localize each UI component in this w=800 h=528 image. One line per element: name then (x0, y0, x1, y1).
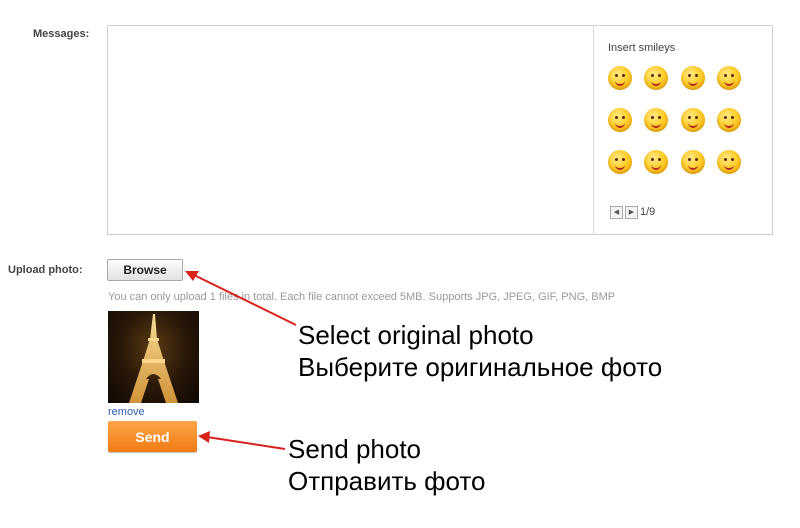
send-button[interactable]: Send (108, 421, 197, 452)
smiley-tongue-icon[interactable] (608, 108, 632, 132)
pager-next-icon[interactable]: ▶ (625, 206, 638, 219)
smiley-pager: 1/9 (640, 206, 656, 218)
arrow-head-icon (185, 271, 199, 281)
smiley-shy-icon[interactable] (681, 150, 705, 174)
annotation-send-ru: Отправить фото (288, 466, 486, 496)
smiley-smile-icon[interactable] (608, 66, 632, 90)
smiley-panel-title: Insert smileys (608, 42, 676, 54)
smiley-laugh-icon[interactable] (681, 108, 705, 132)
annotation-select-ru: Выберите оригинальное фото (298, 352, 663, 382)
smiley-hug-icon[interactable] (608, 150, 632, 174)
photo-thumbnail (108, 311, 199, 403)
annotation-select-en: Select original photo (298, 320, 534, 350)
smiley-happy-icon[interactable] (717, 150, 741, 174)
remove-photo-link[interactable]: remove (108, 406, 145, 418)
smiley-giggle-icon[interactable] (717, 108, 741, 132)
arrow-head-icon (198, 431, 210, 443)
messages-label: Messages: (33, 28, 90, 40)
pager-prev-icon[interactable]: ◀ (610, 206, 623, 219)
message-box: Insert smileys ◀ ▶ 1/9 (107, 25, 773, 235)
browse-button[interactable]: Browse (107, 259, 183, 281)
annotation-send-en: Send photo (288, 434, 422, 464)
upload-photo-label: Upload photo: (8, 264, 83, 276)
eiffel-tower-image (129, 314, 178, 403)
smiley-wink-icon[interactable] (644, 66, 668, 90)
upload-hint: You can only upload 1 files in total. Ea… (108, 291, 616, 303)
smiley-shout-icon[interactable] (644, 108, 668, 132)
smiley-blush-icon[interactable] (681, 66, 705, 90)
smiley-panel: Insert smileys ◀ ▶ 1/9 (593, 26, 773, 234)
message-textarea[interactable] (108, 26, 593, 234)
smiley-grin-icon[interactable] (717, 66, 741, 90)
smiley-dance-icon[interactable] (644, 150, 668, 174)
